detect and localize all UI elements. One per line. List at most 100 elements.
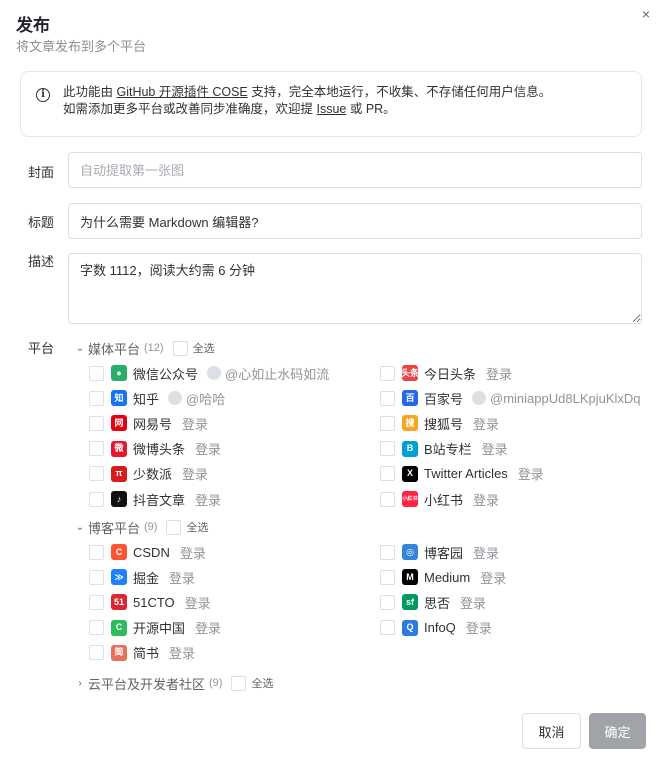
- title-input[interactable]: [68, 203, 642, 239]
- platform-name: 博客园: [424, 545, 464, 561]
- issue-link[interactable]: Issue: [316, 102, 346, 116]
- platform-name: 搜狐号: [424, 416, 464, 432]
- group-count: (9): [144, 521, 158, 533]
- login-link[interactable]: 登录: [182, 414, 208, 433]
- platform-checkbox[interactable]: [380, 569, 395, 585]
- confirm-button[interactable]: 确定: [589, 713, 646, 749]
- login-link[interactable]: 登录: [185, 593, 211, 612]
- platform-item[interactable]: 头条 今日头条 登录: [380, 363, 660, 383]
- platform-name: 51CTO: [133, 594, 175, 610]
- login-link[interactable]: 登录: [480, 568, 506, 587]
- platform-checkbox[interactable]: [89, 645, 104, 661]
- platform-checkbox[interactable]: [380, 594, 395, 610]
- select-all-checkbox[interactable]: [172, 340, 188, 356]
- cose-plugin-link[interactable]: GitHub 开源插件 COSE: [116, 85, 247, 99]
- group-name: 媒体平台: [88, 341, 141, 357]
- platform-checkbox[interactable]: [89, 544, 104, 560]
- platform-checkbox[interactable]: [380, 466, 395, 482]
- 51cto-icon: 51: [111, 594, 127, 611]
- login-link[interactable]: 登录: [486, 364, 512, 383]
- login-link[interactable]: 登录: [169, 568, 195, 587]
- platform-name: 微博头条: [133, 442, 186, 458]
- platform-item[interactable]: ◎ 博客园 登录: [380, 542, 660, 562]
- desc-textarea[interactable]: 字数 1112，阅读大约需 6 分钟: [68, 253, 642, 324]
- platform-checkbox[interactable]: [89, 569, 104, 585]
- account-info: @心如止水码如流: [207, 364, 329, 383]
- desc-label: 描述: [28, 254, 55, 269]
- chevron-down-icon[interactable]: ⌄: [74, 343, 86, 354]
- login-link[interactable]: 登录: [180, 543, 206, 562]
- login-link[interactable]: 登录: [460, 593, 486, 612]
- platform-checkbox[interactable]: [89, 594, 104, 610]
- platform-item[interactable]: 51 51CTO 登录: [89, 592, 211, 612]
- platform-item[interactable]: 百百家号 @miniappUd8LKpjuKlxDq: [380, 388, 660, 408]
- platform-checkbox[interactable]: [380, 620, 395, 636]
- platform-name: 开源中国: [133, 621, 186, 637]
- platform-checkbox[interactable]: [89, 365, 104, 381]
- dialog-subtitle: 将文章发布到多个平台: [16, 39, 147, 54]
- platform-name: 网易号: [133, 416, 173, 432]
- select-all-label: 全选: [251, 678, 274, 690]
- login-link[interactable]: 登录: [195, 618, 221, 637]
- platform-checkbox[interactable]: [89, 441, 104, 457]
- platform-checkbox[interactable]: [89, 491, 104, 507]
- platform-item[interactable]: 知知乎 @哈哈: [89, 388, 225, 408]
- login-link[interactable]: 登录: [473, 490, 499, 509]
- toutiao-icon: 头条: [401, 365, 419, 381]
- account-name: @哈哈: [186, 391, 226, 407]
- platform-item[interactable]: 网网易号 登录: [89, 413, 208, 433]
- platform-checkbox[interactable]: [380, 544, 395, 560]
- select-all-label: 全选: [186, 522, 209, 534]
- cover-input[interactable]: [68, 152, 642, 188]
- login-link[interactable]: 登录: [169, 643, 195, 662]
- login-link[interactable]: 登录: [195, 490, 221, 509]
- platform-item[interactable]: ● 微信公众号 @心如止水码如流: [89, 363, 329, 383]
- login-link[interactable]: 登录: [195, 439, 221, 458]
- group-media[interactable]: ⌄ 媒体平台 (12) 全选: [74, 338, 215, 358]
- platform-checkbox[interactable]: [380, 415, 395, 431]
- account-info: @哈哈: [168, 389, 225, 408]
- platform-item[interactable]: 简简书 登录: [89, 643, 195, 663]
- login-link[interactable]: 登录: [482, 439, 508, 458]
- platform-item[interactable]: M Medium 登录: [380, 567, 660, 587]
- weibo-icon: 微: [111, 440, 127, 457]
- select-all-label: 全选: [192, 343, 215, 355]
- platform-item[interactable]: ≫ 掘金 登录: [89, 567, 195, 587]
- platform-checkbox[interactable]: [89, 466, 104, 482]
- platform-checkbox[interactable]: [380, 491, 395, 507]
- platform-item[interactable]: X Twitter Articles 登录: [380, 464, 660, 484]
- platform-checkbox[interactable]: [380, 365, 395, 381]
- sohu-icon: 搜: [402, 415, 418, 432]
- group-cloud[interactable]: › 云平台及开发者社区 (9) 全选: [74, 673, 273, 693]
- login-link[interactable]: 登录: [466, 618, 492, 637]
- close-icon[interactable]: ×: [637, 5, 655, 23]
- platform-item[interactable]: ♪ 抖音文章 登录: [89, 489, 221, 509]
- platform-item[interactable]: sf 思否 登录: [380, 592, 660, 612]
- login-link[interactable]: 登录: [473, 543, 499, 562]
- platform-name: 抖音文章: [133, 492, 186, 508]
- platform-item[interactable]: Q InfoQ 登录: [380, 618, 660, 638]
- group-blog[interactable]: ⌄ 博客平台 (9) 全选: [74, 517, 208, 537]
- platform-item[interactable]: C CSDN 登录: [89, 542, 206, 562]
- chevron-right-icon[interactable]: ›: [74, 678, 86, 689]
- login-link[interactable]: 登录: [182, 464, 208, 483]
- cancel-button[interactable]: 取消: [522, 713, 581, 749]
- platform-item[interactable]: 微微博头条 登录: [89, 439, 221, 459]
- platform-item[interactable]: 搜搜狐号 登录: [380, 413, 660, 433]
- select-all-checkbox[interactable]: [166, 519, 182, 535]
- platform-checkbox[interactable]: [89, 620, 104, 636]
- platform-item[interactable]: π 少数派 登录: [89, 464, 208, 484]
- account-name: @miniappUd8LKpjuKlxDq: [490, 390, 641, 406]
- select-all-checkbox[interactable]: [231, 675, 247, 691]
- platform-item[interactable]: C 开源中国 登录: [89, 618, 221, 638]
- platform-checkbox[interactable]: [380, 441, 395, 457]
- platform-checkbox[interactable]: [89, 390, 104, 406]
- chevron-down-icon[interactable]: ⌄: [74, 522, 86, 533]
- platform-checkbox[interactable]: [89, 415, 104, 431]
- platform-checkbox[interactable]: [380, 390, 395, 406]
- platform-item[interactable]: 小红书 小红书 登录: [380, 489, 660, 509]
- platform-name: 微信公众号: [133, 366, 199, 382]
- login-link[interactable]: 登录: [473, 414, 499, 433]
- login-link[interactable]: 登录: [518, 464, 544, 483]
- platform-item[interactable]: B B站专栏 登录: [380, 439, 660, 459]
